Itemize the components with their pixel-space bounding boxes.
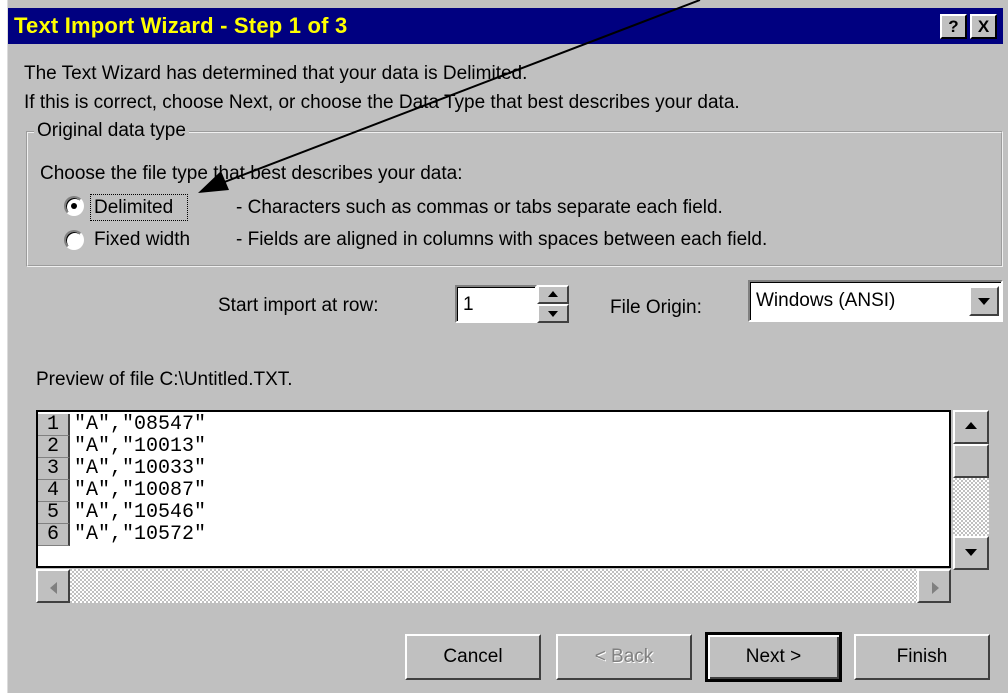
group-prompt: Choose the file type that best describes… (40, 163, 463, 184)
chevron-down-icon (978, 298, 990, 305)
row-number: 6 (38, 524, 70, 546)
row-text: "A","08547" (74, 413, 207, 436)
row-text: "A","10572" (74, 523, 207, 546)
file-origin-dropdown-button[interactable] (969, 286, 999, 316)
file-origin-select[interactable]: Windows (ANSI) (748, 280, 1003, 322)
row-text: "A","10087" (74, 479, 207, 502)
delimited-radio[interactable] (64, 196, 84, 216)
preview-row: 3 "A","10033" (38, 458, 949, 480)
spin-up-icon (548, 291, 558, 297)
row-text: "A","10013" (74, 435, 207, 458)
preview-label: Preview of file C:\Untitled.TXT. (36, 369, 293, 390)
cancel-button[interactable]: Cancel (405, 634, 541, 680)
scroll-thumb[interactable] (953, 444, 989, 478)
vertical-scrollbar[interactable] (953, 410, 989, 570)
file-origin-value: Windows (ANSI) (756, 290, 896, 311)
preview-row: 2 "A","10013" (38, 436, 949, 458)
horizontal-scrollbar[interactable] (36, 569, 951, 603)
preview-row: 4 "A","10087" (38, 480, 949, 502)
preview-row: 6 "A","10572" (38, 524, 949, 546)
group-legend: Original data type (34, 120, 189, 142)
spin-down-button[interactable] (537, 304, 569, 323)
row-text: "A","10546" (74, 501, 207, 524)
arrow-down-icon (965, 549, 977, 556)
spin-down-icon (548, 311, 558, 317)
radio-selected-dot (71, 203, 77, 209)
file-origin-label: File Origin: (610, 297, 702, 318)
next-button[interactable]: Next > (705, 632, 842, 682)
fixed-width-radio[interactable] (64, 230, 84, 250)
finish-button[interactable]: Finish (854, 634, 990, 680)
row-number: 1 (38, 414, 70, 436)
row-number: 2 (38, 436, 70, 458)
intro-line-2: If this is correct, choose Next, or choo… (24, 92, 740, 113)
row-number: 3 (38, 458, 70, 480)
arrow-left-icon (50, 582, 57, 594)
start-row-value: 1 (463, 294, 474, 315)
delimited-description: - Characters such as commas or tabs sepa… (236, 197, 723, 218)
row-number: 5 (38, 502, 70, 524)
preview-row: 1 "A","08547" (38, 414, 949, 436)
intro-line-1: The Text Wizard has determined that your… (24, 63, 528, 84)
start-row-input[interactable]: 1 (455, 285, 537, 323)
row-text: "A","10033" (74, 457, 207, 480)
row-number: 4 (38, 480, 70, 502)
arrow-right-icon (932, 582, 939, 594)
scroll-left-button[interactable] (36, 569, 70, 603)
scroll-down-button[interactable] (953, 536, 989, 570)
delimited-label[interactable]: Delimited (94, 197, 173, 219)
scroll-up-button[interactable] (953, 410, 989, 444)
fixed-width-description: - Fields are aligned in columns with spa… (236, 229, 768, 250)
back-button[interactable]: < Back (556, 634, 692, 680)
scroll-right-button[interactable] (917, 569, 951, 603)
close-button[interactable]: X (970, 14, 997, 39)
window-title: Text Import Wizard - Step 1 of 3 (14, 13, 348, 38)
preview-row: 5 "A","10546" (38, 502, 949, 524)
spin-up-button[interactable] (537, 285, 569, 304)
start-row-label: Start import at row: (218, 295, 379, 316)
fixed-width-label[interactable]: Fixed width (94, 229, 190, 251)
arrow-up-icon (965, 422, 977, 429)
help-button[interactable]: ? (940, 14, 967, 39)
window-left-edge (0, 0, 8, 693)
preview-pane[interactable]: 1 "A","08547" 2 "A","10013" 3 "A","10033… (36, 410, 951, 568)
title-bar[interactable]: Text Import Wizard - Step 1 of 3 ? X (8, 8, 1003, 44)
